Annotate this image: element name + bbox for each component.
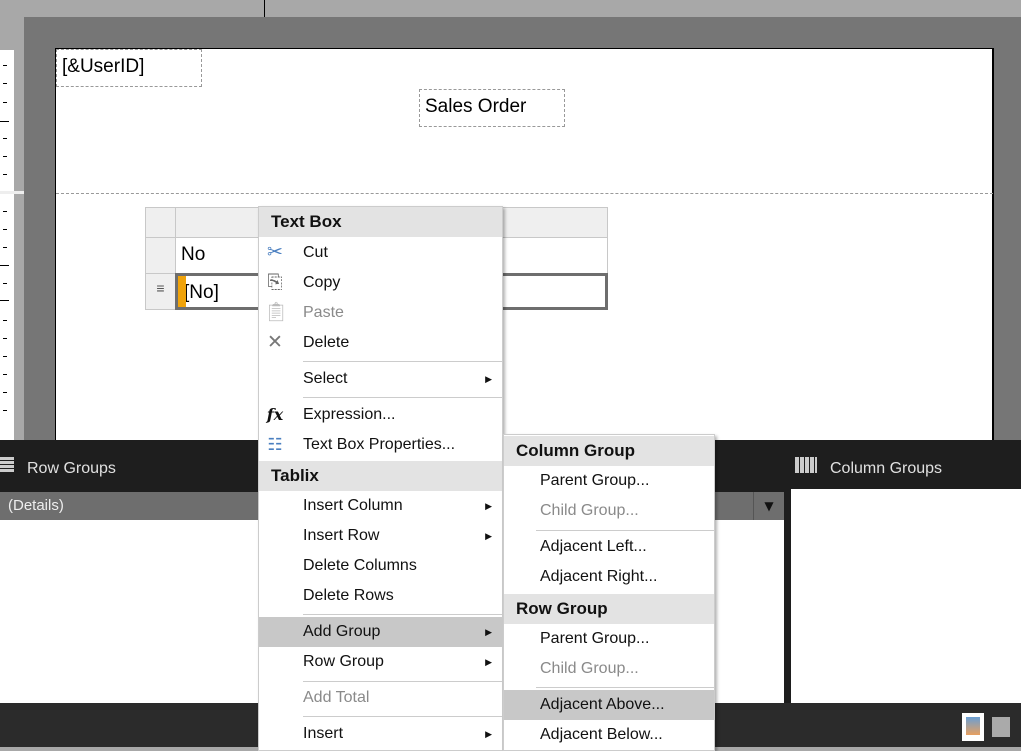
details-dropdown-icon[interactable]: ▼ [753,492,784,520]
submenu-item-adjacent-below[interactable]: Adjacent Below... [504,720,714,750]
column-groups-list [791,489,1021,703]
title-textbox[interactable]: Sales Order [419,89,565,127]
menu-header-textbox: Text Box [259,207,502,237]
row-groups-title: Row Groups [27,460,116,477]
menu-item-row-group[interactable]: Row Group ▶ [259,647,502,677]
detail-cell-text: [No] [184,282,219,303]
menu-item-delete-rows[interactable]: Delete Rows [259,581,502,611]
row-handle-details-icon[interactable]: ≡ [145,273,176,310]
submenu-arrow-icon: ▶ [485,627,492,637]
submenu-item-column-parent-group[interactable]: Parent Group... [504,466,714,496]
menu-item-delete-columns[interactable]: Delete Columns [259,551,502,581]
submenu-arrow-icon: ▶ [485,729,492,739]
submenu-arrow-icon: ▶ [485,501,492,511]
menu-item-cut[interactable]: ✂ Cut [259,238,502,268]
report-page: [&UserID] Sales Order No ≡ [No] [55,48,994,440]
menu-item-add-total[interactable]: Add Total [259,683,502,713]
add-group-submenu: Column Group Parent Group... Child Group… [503,434,715,751]
menu-item-delete[interactable]: ✕ Delete [259,328,502,358]
paste-icon: 📋︎ [264,302,289,323]
submenu-header-row-group: Row Group [504,594,714,624]
row-groups-icon [0,457,14,473]
submenu-item-row-child-group[interactable]: Child Group... [504,654,714,684]
menu-item-insert[interactable]: Insert ▶ [259,719,502,749]
selection-marker [178,276,186,307]
menu-separator [303,681,502,682]
vertical-ruler [0,50,14,440]
menu-item-copy[interactable]: ⎘ Copy [259,268,502,298]
section-separator [0,191,24,194]
menu-item-insert-column[interactable]: Insert Column ▶ [259,491,502,521]
menu-item-expression[interactable]: fx Expression... [259,400,502,430]
preview-view-icon[interactable] [992,717,1010,737]
delete-x-icon: ✕ [267,332,283,353]
submenu-item-row-parent-group[interactable]: Parent Group... [504,624,714,654]
scissors-icon: ✂ [267,242,283,263]
properties-icon: ☷ [267,435,283,454]
header-body-divider [56,193,993,194]
submenu-item-adjacent-above[interactable]: Adjacent Above... [504,690,714,720]
menu-header-tablix: Tablix [259,461,502,491]
row-handle-header[interactable] [145,237,176,274]
submenu-item-adjacent-right[interactable]: Adjacent Right... [504,562,714,592]
menu-separator [303,716,502,717]
menu-item-paste[interactable]: 📋︎ Paste [259,298,502,328]
submenu-item-column-child-group[interactable]: Child Group... [504,496,714,526]
menu-item-add-group[interactable]: Add Group ▶ [259,617,502,647]
column-groups-title: Column Groups [830,460,943,477]
fx-icon: fx [266,405,284,424]
submenu-arrow-icon: ▶ [485,657,492,667]
submenu-arrow-icon: ▶ [485,374,492,384]
submenu-header-column-group: Column Group [504,436,714,466]
submenu-item-adjacent-left[interactable]: Adjacent Left... [504,532,714,562]
menu-separator [303,614,502,615]
menu-separator [536,687,714,688]
design-view-icon[interactable] [962,713,984,741]
copy-icon: ⎘ [267,272,283,293]
menu-item-insert-row[interactable]: Insert Row ▶ [259,521,502,551]
menu-separator [303,361,502,362]
submenu-arrow-icon: ▶ [485,531,492,541]
column-groups-icon [795,457,817,473]
menu-item-select[interactable]: Select ▶ [259,364,502,394]
splitter-line [264,0,265,17]
context-menu: Text Box ✂ Cut ⎘ Copy 📋︎ Paste ✕ Delete Sele… [258,206,503,751]
menu-separator [536,530,714,531]
menu-separator [303,397,502,398]
menu-item-textbox-properties[interactable]: ☷ Text Box Properties... [259,430,502,460]
tablix-corner-handle[interactable] [145,207,176,238]
userid-textbox[interactable]: [&UserID] [56,49,202,87]
